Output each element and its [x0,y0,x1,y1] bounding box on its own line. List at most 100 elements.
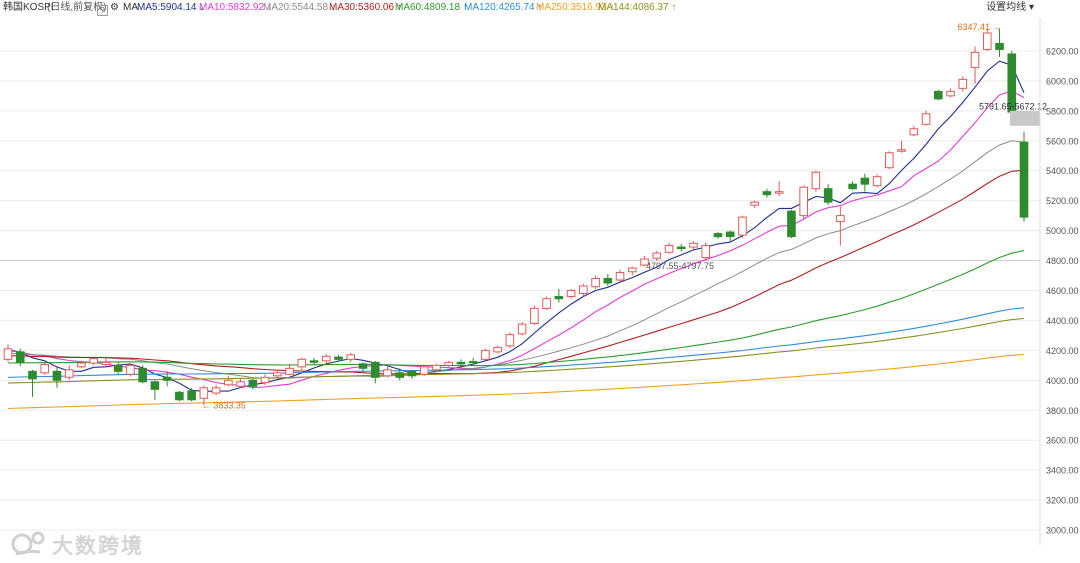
candle-body [897,149,906,152]
candle [481,348,490,361]
candle [689,241,698,251]
candle-body [64,369,74,378]
kospi-chart: 韩国KOSPI (日线,前复权) ? ⚙ MA MA5:5904.14 ↓ MA1… [0,0,1080,563]
candle [126,363,135,377]
y-tick-label: 5400.00 [1046,166,1079,176]
y-tick-label: 4000.00 [1046,376,1079,386]
y-tick-label: 5600.00 [1046,136,1079,146]
candle [934,89,943,101]
y-tick-label: 6000.00 [1046,76,1079,86]
candle-body [150,381,160,390]
moving-average-lines [7,60,1025,410]
candle [848,181,857,191]
candle [3,344,13,362]
candle-body [579,285,588,294]
y-tick-label: 5000.00 [1046,226,1079,236]
candle-body [554,295,564,300]
candle-body [199,387,209,399]
y-tick-label: 3600.00 [1046,436,1079,446]
candle-body [848,183,857,190]
low-annotation: ← 3833.35 [202,400,246,410]
candle-body [1019,141,1029,218]
candle [897,140,906,153]
candle-body [334,356,343,360]
candle [787,209,796,239]
candle [554,288,564,303]
candle-body [982,32,992,50]
candle-body [836,215,845,223]
candle-body [603,278,613,284]
candle-body [921,113,931,125]
candle-body [383,369,392,377]
candle-body [358,363,368,369]
candle-body [676,246,686,250]
candle-body [468,361,478,364]
candle-body [89,358,98,364]
candle [946,88,955,98]
candle-body [126,364,135,375]
candle [885,151,894,170]
candle [505,332,515,349]
candle-body [77,362,86,368]
candle-body [591,278,600,288]
candle-body [456,361,466,365]
candle [762,188,772,198]
candle [273,369,282,379]
candle-body [370,361,380,378]
candle [150,380,160,400]
candle [603,274,613,286]
candle-body [224,379,233,386]
watermark-text: 大数跨境 [52,535,144,558]
candle [799,185,808,219]
ma-line [7,140,1025,379]
candle [823,184,833,206]
candle-body [407,370,417,377]
candle-body [750,201,759,206]
candle [836,206,845,246]
candle [615,269,625,282]
grid-lines [0,50,1040,531]
current-annotation: 5791.65-5672.12 [979,101,1047,111]
candle [676,244,686,252]
candle [517,321,527,336]
candle [995,28,1004,57]
candle-body [309,360,319,363]
candle-body [664,245,674,253]
candle-body [713,233,723,238]
candle [591,275,600,289]
candle [958,76,968,92]
annotations: 6347.41 → ← 3833.35 4797.55-4797.75 5791.65… [202,22,1047,410]
candle [811,170,821,192]
candle [872,174,882,188]
candle-body [970,51,980,68]
candle [297,357,307,370]
candle-body [615,272,625,281]
candle [468,357,478,364]
candle [224,375,233,387]
candle-body [885,152,894,169]
candle-body [517,323,527,335]
candle-body [811,171,821,190]
candle-body [260,376,270,384]
candle-body [799,186,808,217]
candle-body [860,177,870,185]
candle [89,357,98,366]
candle-body [774,191,784,194]
candle-body [101,361,111,366]
candle [701,242,711,261]
high-annotation: 6347.41 → [958,22,1002,32]
candle [579,283,588,297]
candle-body [958,78,968,89]
price-marker [1010,110,1040,126]
plot-area[interactable]: 6347.41 → ← 3833.35 4797.55-4797.75 5791.65… [0,0,1080,563]
candle-body [787,210,796,238]
candle-body [419,366,429,375]
candle-body [627,267,637,273]
candle-body [530,307,539,324]
y-tick-label: 3200.00 [1046,496,1079,506]
y-tick-label: 4400.00 [1046,316,1079,326]
candle [725,230,735,242]
candle-body [248,379,258,387]
candle-body [346,354,356,360]
candle-body [28,370,37,380]
